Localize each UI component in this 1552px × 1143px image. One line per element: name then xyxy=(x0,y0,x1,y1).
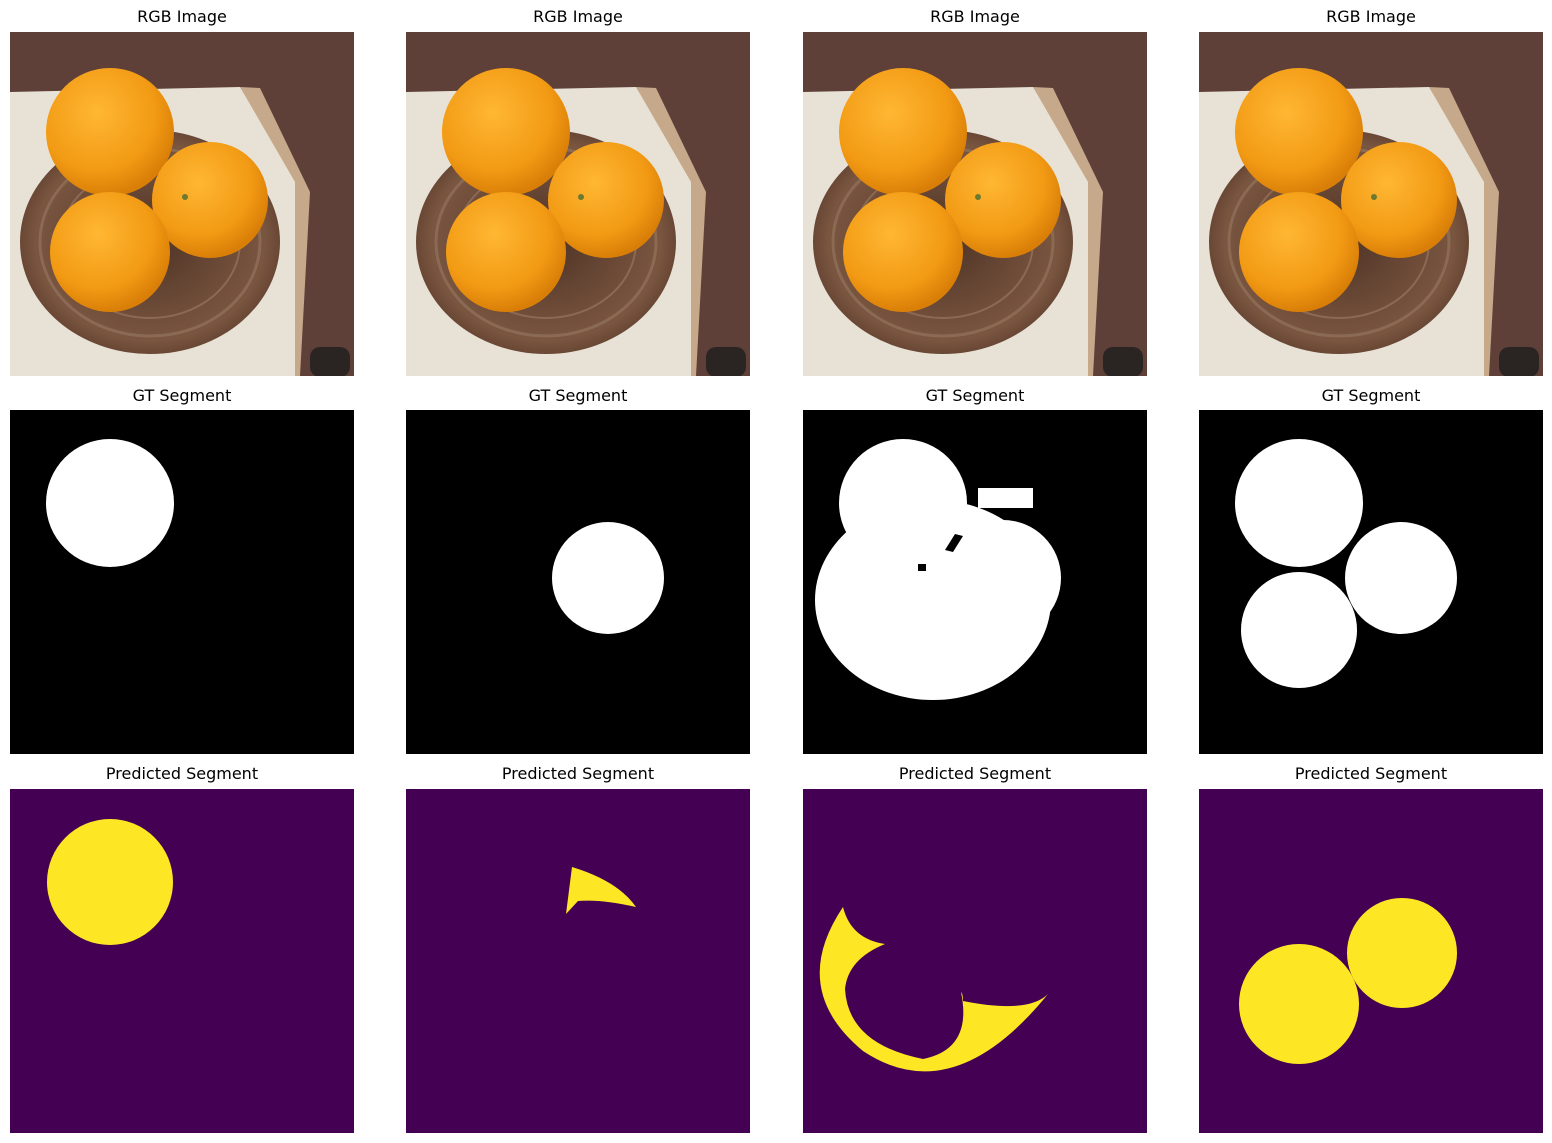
gt-mask-3 xyxy=(803,410,1147,754)
title-rgb-3: RGB Image xyxy=(930,7,1020,26)
pred-mask-1 xyxy=(10,789,354,1133)
gt-mask-1 xyxy=(10,410,354,754)
title-pred-4: Predicted Segment xyxy=(1294,764,1448,783)
rgb-image-3 xyxy=(803,32,1147,376)
title-pred-2: Predicted Segment xyxy=(501,764,655,783)
title-rgb-4: RGB Image xyxy=(1326,7,1416,26)
title-gt-4: GT Segment xyxy=(1321,386,1421,405)
title-gt-1: GT Segment xyxy=(132,386,232,405)
pred-mask-2 xyxy=(406,789,750,1133)
gt-mask-2 xyxy=(406,410,750,754)
gt-mask-4 xyxy=(1199,410,1543,754)
title-pred-1: Predicted Segment xyxy=(105,764,259,783)
rgb-image-2 xyxy=(406,32,750,376)
rgb-image-1 xyxy=(10,32,354,376)
rgb-image-4 xyxy=(1199,32,1543,376)
title-gt-3: GT Segment xyxy=(925,386,1025,405)
title-rgb-2: RGB Image xyxy=(533,7,623,26)
title-rgb-1: RGB Image xyxy=(137,7,227,26)
pred-mask-4 xyxy=(1199,789,1543,1133)
pred-mask-3 xyxy=(803,789,1147,1133)
title-gt-2: GT Segment xyxy=(528,386,628,405)
title-pred-3: Predicted Segment xyxy=(898,764,1052,783)
